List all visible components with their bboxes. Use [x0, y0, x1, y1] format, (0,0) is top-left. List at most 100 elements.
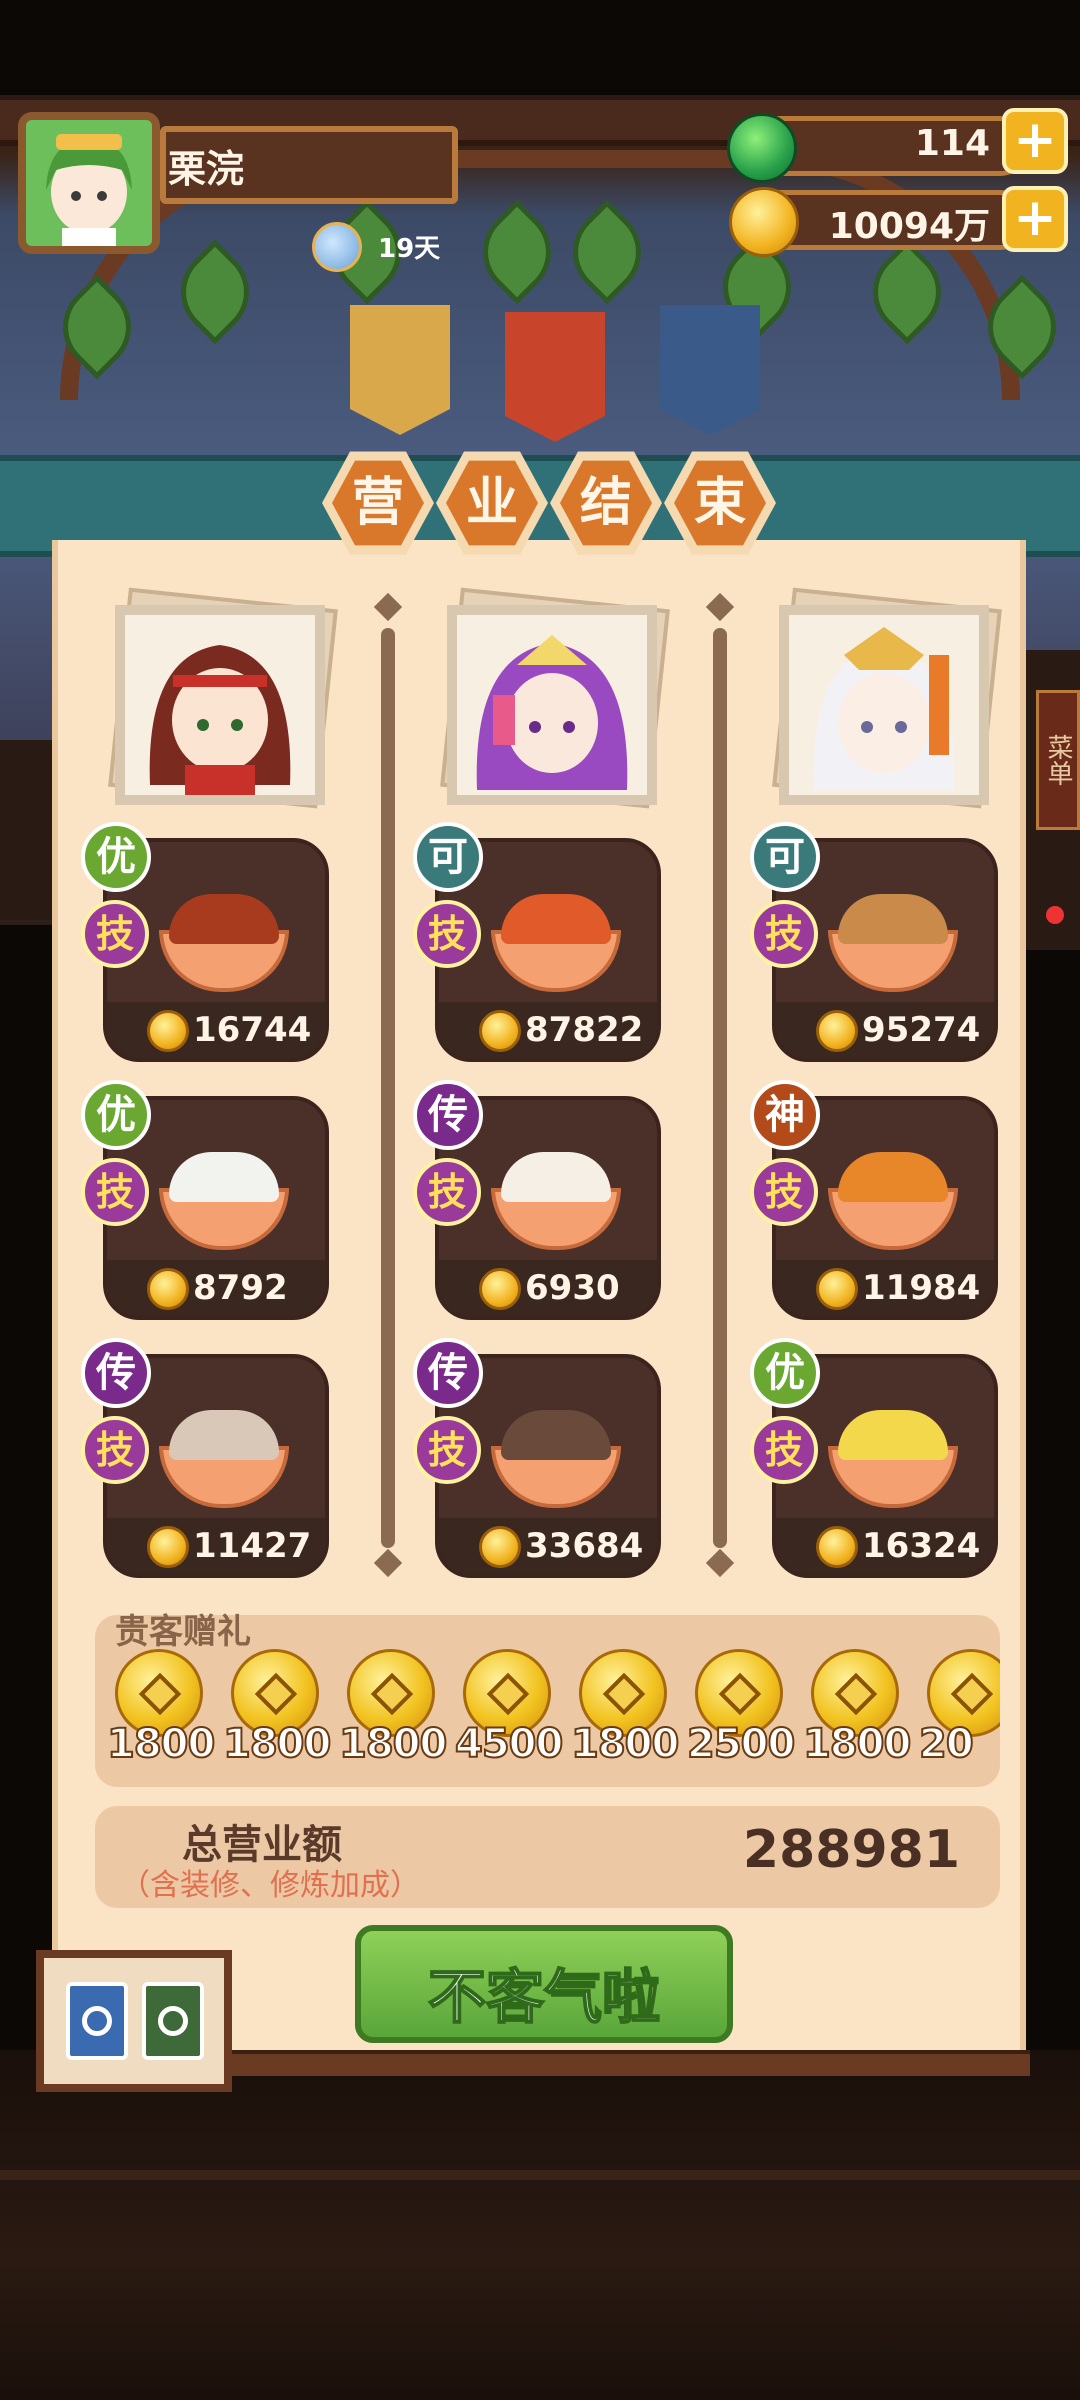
coin-icon	[479, 1268, 521, 1310]
gear-icon	[158, 2006, 188, 2036]
camera-icon	[82, 2006, 112, 2036]
dish-grade-badge: 传	[413, 1080, 483, 1150]
add-gems-button[interactable]: +	[1002, 108, 1068, 174]
total-revenue-value: 288981	[742, 1820, 960, 1880]
coin-icon	[729, 187, 799, 257]
festival-banner	[505, 312, 605, 442]
dish-skill-badge[interactable]: 技	[413, 1416, 481, 1484]
gift-title: 贵客赠礼	[115, 1612, 251, 1652]
gift-value: 1800	[802, 1720, 912, 1768]
festival-banner	[660, 305, 760, 435]
coin-icon	[479, 1010, 521, 1052]
calendar-globe-icon	[312, 222, 362, 272]
dish-price-bar: 33684	[439, 1518, 657, 1574]
coin-icon	[816, 1526, 858, 1568]
dish-food-icon	[169, 894, 279, 944]
dish-grade-badge: 可	[413, 822, 483, 892]
background-counter	[0, 740, 52, 920]
title-char: 束	[674, 460, 766, 546]
add-coins-button[interactable]: +	[1002, 186, 1068, 252]
jade-gem-icon	[727, 113, 797, 183]
coin-icon	[816, 1268, 858, 1310]
photo-mode-button[interactable]	[142, 1982, 204, 2060]
camera-tool-box	[36, 1950, 232, 2092]
dish-price: 87822	[525, 1010, 644, 1050]
dish-skill-badge[interactable]: 技	[750, 1158, 818, 1226]
dish-grade-badge: 优	[81, 822, 151, 892]
title-char: 结	[560, 460, 652, 546]
dish-price-bar: 6930	[439, 1260, 657, 1316]
festival-banner	[350, 305, 450, 435]
player-avatar[interactable]	[18, 112, 160, 254]
floor-edge	[0, 2170, 1080, 2180]
title-char: 营	[332, 460, 424, 546]
dish-grade-badge: 神	[750, 1080, 820, 1150]
floor-background	[0, 2050, 1080, 2400]
confirm-button-label: 不客气啦	[427, 1962, 661, 2032]
dish-price-bar: 11427	[107, 1518, 325, 1574]
guest-portrait	[447, 605, 657, 805]
dish-food-icon	[501, 894, 611, 944]
dish-price: 6930	[525, 1268, 620, 1308]
dish-price: 33684	[525, 1526, 644, 1566]
gift-value: 1800	[106, 1720, 216, 1768]
column-divider	[713, 628, 727, 1548]
days-counter: 19天	[378, 234, 441, 264]
dish-food-icon	[838, 1152, 948, 1202]
dish-food-icon	[838, 1410, 948, 1460]
dish-price: 16324	[862, 1526, 981, 1566]
dish-price-bar: 11984	[776, 1260, 994, 1316]
dish-grade-badge: 优	[750, 1338, 820, 1408]
title-char: 业	[446, 460, 538, 546]
coin-icon	[816, 1010, 858, 1052]
dish-price-bar: 95274	[776, 1002, 994, 1058]
dish-grade-badge: 传	[81, 1338, 151, 1408]
dish-grade-badge: 可	[750, 822, 820, 892]
total-revenue-note: （含装修、修炼加成）	[120, 1868, 420, 1903]
dish-skill-badge[interactable]: 技	[81, 1158, 149, 1226]
coin-icon	[147, 1526, 189, 1568]
notification-dot	[1046, 906, 1064, 924]
gift-value: 1800	[338, 1720, 448, 1768]
dish-price: 11984	[862, 1268, 981, 1308]
gift-value: 2500	[686, 1720, 796, 1768]
player-name: 栗浣	[168, 147, 245, 191]
gift-value: 1800	[570, 1720, 680, 1768]
coin-icon	[147, 1010, 189, 1052]
dish-price: 16744	[193, 1010, 312, 1050]
dish-price: 11427	[193, 1526, 312, 1566]
dish-food-icon	[838, 894, 948, 944]
dish-grade-badge: 传	[413, 1338, 483, 1408]
gift-value: 4500	[454, 1720, 564, 1768]
princess-portrait-icon	[457, 615, 647, 795]
dish-skill-badge[interactable]: 技	[81, 900, 149, 968]
dish-price-bar: 8792	[107, 1260, 325, 1316]
dish-skill-badge[interactable]: 技	[750, 900, 818, 968]
camera-mode-button[interactable]	[66, 1982, 128, 2060]
dish-price: 8792	[193, 1268, 288, 1308]
dish-price-bar: 16744	[107, 1002, 325, 1058]
dish-skill-badge[interactable]: 技	[413, 1158, 481, 1226]
guest-portrait	[779, 605, 989, 805]
guest-portrait	[115, 605, 325, 805]
coin-icon	[147, 1268, 189, 1310]
dish-skill-badge[interactable]: 技	[413, 900, 481, 968]
coin-icon	[479, 1526, 521, 1568]
side-menu-tab[interactable]: 菜单	[1036, 690, 1080, 830]
column-divider	[381, 628, 395, 1548]
dish-price-bar: 16324	[776, 1518, 994, 1574]
dish-skill-badge[interactable]: 技	[750, 1416, 818, 1484]
gift-value: 1800	[222, 1720, 332, 1768]
dish-food-icon	[169, 1152, 279, 1202]
fox-girl-portrait-icon	[125, 615, 315, 795]
dish-food-icon	[169, 1410, 279, 1460]
dish-grade-badge: 优	[81, 1080, 151, 1150]
dish-price-bar: 87822	[439, 1002, 657, 1058]
dish-price: 95274	[862, 1010, 981, 1050]
dish-skill-badge[interactable]: 技	[81, 1416, 149, 1484]
dish-food-icon	[501, 1410, 611, 1460]
priestess-portrait-icon	[789, 615, 979, 795]
dish-food-icon	[501, 1152, 611, 1202]
gift-value: 20	[918, 1720, 975, 1768]
avatar-portrait-icon	[26, 120, 152, 246]
